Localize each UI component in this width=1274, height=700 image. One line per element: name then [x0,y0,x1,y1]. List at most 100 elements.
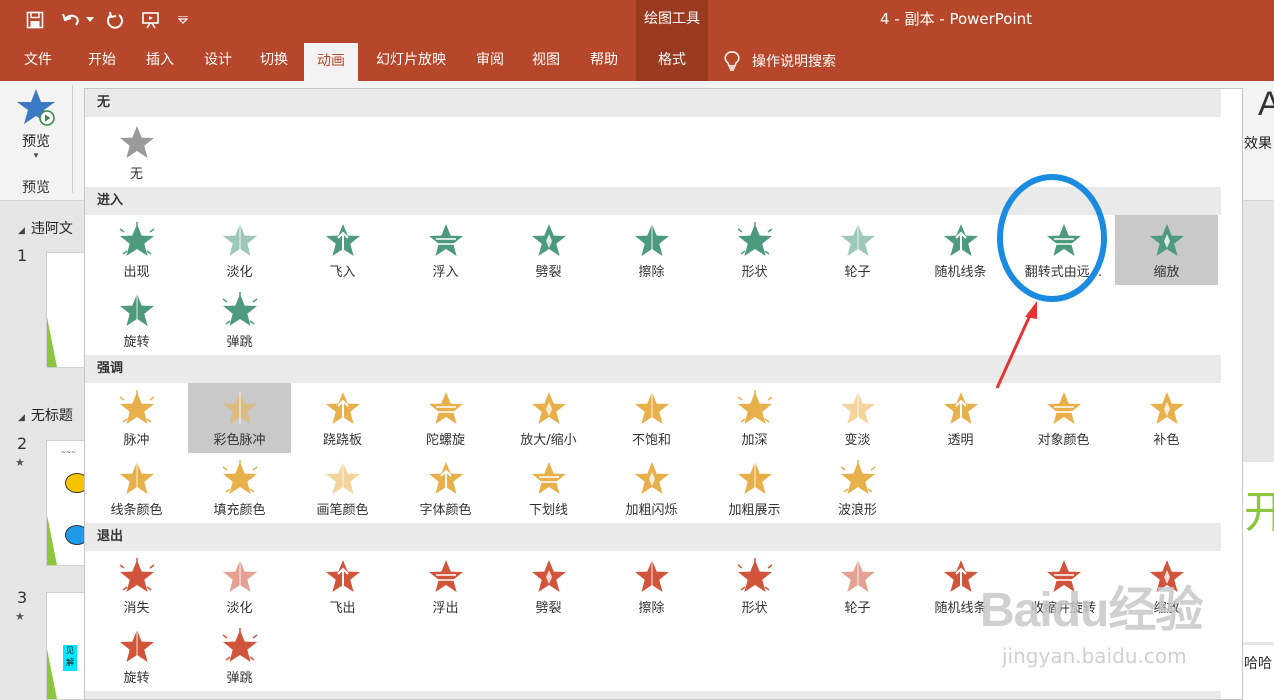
tab-file[interactable]: 文件 [10,40,66,81]
animation-option[interactable]: 劈裂 [497,551,600,621]
grow-shrink-icon [529,389,569,429]
tab-help[interactable]: 帮助 [578,40,630,81]
animation-option[interactable]: 跷跷板 [291,383,394,453]
start-slideshow-icon[interactable] [138,6,164,34]
animation-option[interactable]: 翻转式由远... [1012,215,1115,285]
animation-option[interactable]: 轮子 [806,215,909,285]
animation-option[interactable]: 随机线条 [909,215,1012,285]
animation-option-label: 放大/缩小 [520,433,577,448]
animation-option[interactable]: 波浪形 [806,453,909,523]
collapse-triangle-icon[interactable]: ◢ [18,226,25,236]
animation-option[interactable]: 擦除 [600,551,703,621]
tab-insert[interactable]: 插入 [132,40,188,81]
animation-option-label: 加粗闪烁 [625,503,678,518]
animation-option[interactable]: 下划线 [497,453,600,523]
animation-option[interactable]: 劈裂 [497,215,600,285]
section-header-2[interactable]: ◢ 无标题 [18,405,73,425]
thumbnail-accent [47,515,57,565]
animation-option[interactable]: 无 [85,117,188,187]
animation-option[interactable]: 弹跳 [188,285,291,355]
animation-option-label: 对象颜色 [1037,433,1090,448]
tab-design[interactable]: 设计 [190,40,246,81]
undo-dropdown-icon[interactable] [84,6,96,34]
animation-option[interactable]: 线条颜色 [85,453,188,523]
animation-option[interactable]: 脉冲 [85,383,188,453]
effect-options-label[interactable]: 效果 [1244,133,1272,153]
animation-option[interactable]: 旋转 [85,621,188,691]
swivel-icon [117,291,157,331]
animation-option[interactable]: 淡化 [188,551,291,621]
wheel-out-icon [838,557,878,597]
animation-option-label: 轮子 [844,601,871,616]
animation-option[interactable]: 填充颜色 [188,453,291,523]
animation-option[interactable]: 放大/缩小 [497,383,600,453]
animation-option[interactable]: 画笔颜色 [291,453,394,523]
section-name: 无标题 [30,408,73,424]
animation-option[interactable]: 加粗闪烁 [600,453,703,523]
animation-option[interactable]: 变淡 [806,383,909,453]
animation-option[interactable]: 浮出 [394,551,497,621]
wave-icon [838,459,878,499]
animation-option-label: 擦除 [638,265,665,280]
gallery-section-more [85,691,1221,699]
animation-option[interactable]: 旋转 [85,285,188,355]
slide-thumbnail-3[interactable]: 见解 [46,592,86,700]
preview-button[interactable]: 预览 ▾ [10,87,62,163]
slide-number: 1 [17,246,28,265]
gallery-scrollbar[interactable] [1221,89,1242,699]
wheel-icon [838,221,878,261]
animation-option[interactable]: 加深 [703,383,806,453]
animation-option[interactable]: 透明 [909,383,1012,453]
animation-option[interactable]: 对象颜色 [1012,383,1115,453]
fade-out-icon [220,557,260,597]
animation-option[interactable]: 彩色脉冲 [188,383,291,453]
undo-icon[interactable] [58,6,84,34]
gallery-section-entrance: 进入 [85,187,1221,215]
customize-toolbar-icon[interactable] [174,6,192,34]
tab-view[interactable]: 视图 [520,40,572,81]
animation-option[interactable]: 不饱和 [600,383,703,453]
animation-option[interactable]: 出现 [85,215,188,285]
animation-option[interactable]: 缩放 [1115,215,1218,285]
tell-me-search[interactable]: 操作说明搜索 [724,40,836,81]
animation-option[interactable]: 消失 [85,551,188,621]
tab-animations[interactable]: 动画 [304,43,358,81]
animation-option[interactable]: 轮子 [806,551,909,621]
animation-option[interactable]: 飞入 [291,215,394,285]
animation-option[interactable]: 字体颜色 [394,453,497,523]
animation-option[interactable]: 擦除 [600,215,703,285]
text-effect-letter[interactable]: A [1258,85,1274,124]
animation-option[interactable]: 形状 [703,215,806,285]
animation-option[interactable]: 弹跳 [188,621,291,691]
animation-option[interactable]: 陀螺旋 [394,383,497,453]
animation-option[interactable]: 淡化 [188,215,291,285]
slide-thumbnail-2[interactable]: ~~~ [46,440,86,566]
collapse-triangle-icon[interactable]: ◢ [18,413,25,423]
animation-option-label: 形状 [741,601,768,616]
redo-icon[interactable] [102,6,128,34]
lightbulb-icon [724,50,740,71]
section-header-1[interactable]: ◢ 违阿文 [18,218,73,238]
save-icon[interactable] [22,6,48,34]
animation-option[interactable]: 浮入 [394,215,497,285]
chevron-down-icon[interactable]: ▾ [10,151,62,161]
tab-transitions[interactable]: 切换 [246,40,302,81]
fade-icon [220,221,260,261]
watermark-brand: Baidu经验 [980,584,1203,637]
animation-option[interactable]: 形状 [703,551,806,621]
animation-option[interactable]: 补色 [1115,383,1218,453]
wipe-icon [632,221,672,261]
tab-format[interactable]: 格式 [636,40,708,81]
tab-review[interactable]: 审阅 [464,40,516,81]
tab-home[interactable]: 开始 [74,40,130,81]
animation-option-label: 浮入 [432,265,459,280]
animation-option[interactable]: 加粗展示 [703,453,806,523]
animation-indicator-icon: ★ [15,610,25,623]
animation-option[interactable]: 飞出 [291,551,394,621]
slide-thumbnail-1[interactable] [46,252,86,368]
animation-indicator-icon: ★ [15,456,25,469]
tab-slideshow[interactable]: 幻灯片放映 [364,40,458,81]
lighten-icon [838,389,878,429]
font-color-icon [426,459,466,499]
animation-option-label: 脉冲 [123,433,150,448]
